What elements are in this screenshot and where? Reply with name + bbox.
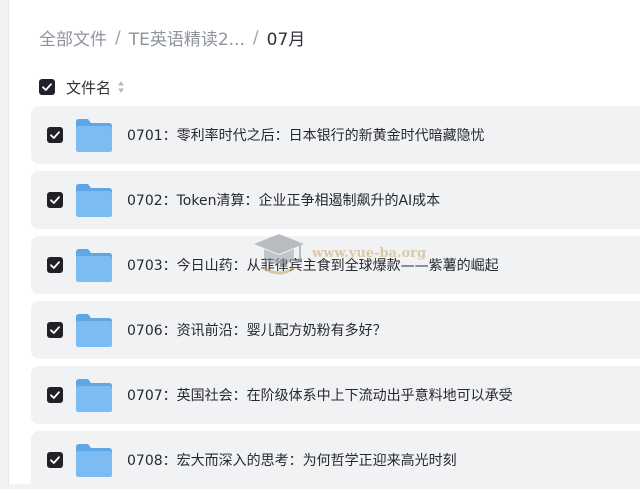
file-list-panel: 全部文件 / TE英语精读2... / 07月 文件名 0701：零利率时代之后… (8, 0, 640, 489)
select-all-checkbox[interactable] (39, 79, 55, 95)
row-checkbox[interactable] (47, 452, 63, 468)
file-row[interactable]: 0703：今日山药：从菲律宾主食到全球爆款——紫薯的崛起 (31, 236, 640, 294)
file-name[interactable]: 0708：宏大而深入的思考：为何哲学正迎来高光时刻 (127, 450, 457, 470)
breadcrumb-current: 07月 (266, 30, 306, 50)
breadcrumb-root[interactable]: 全部文件 (39, 25, 107, 50)
check-icon (50, 131, 60, 139)
row-checkbox[interactable] (47, 192, 63, 208)
check-icon (42, 83, 52, 91)
file-name[interactable]: 0701：零利率时代之后：日本银行的新黄金时代暗藏隐忧 (127, 125, 485, 145)
folder-icon (76, 379, 112, 412)
file-row[interactable]: 0706：资讯前沿：婴儿配方奶粉有多好？ (31, 301, 640, 359)
column-header-filename[interactable]: 文件名 (66, 77, 111, 98)
file-name[interactable]: 0706：资讯前沿：婴儿配方奶粉有多好？ (127, 320, 387, 340)
file-row[interactable]: 0701：零利率时代之后：日本银行的新黄金时代暗藏隐忧 (31, 106, 640, 164)
breadcrumb-parent[interactable]: TE英语精读2... (129, 25, 245, 50)
file-list-header: 文件名 (39, 76, 125, 98)
breadcrumb: 全部文件 / TE英语精读2... / 07月 (39, 25, 306, 51)
row-checkbox[interactable] (47, 127, 63, 143)
row-checkbox[interactable] (47, 257, 63, 273)
folder-icon (76, 444, 112, 477)
folder-icon (76, 249, 112, 282)
file-row[interactable]: 0707：英国社会：在阶级体系中上下流动出乎意料地可以承受 (31, 366, 640, 424)
check-icon (50, 326, 60, 334)
check-icon (50, 196, 60, 204)
row-checkbox[interactable] (47, 322, 63, 338)
file-row[interactable]: 0708：宏大而深入的思考：为何哲学正迎来高光时刻 (31, 431, 640, 489)
row-checkbox[interactable] (47, 387, 63, 403)
breadcrumb-separator: / (252, 27, 259, 48)
folder-icon (76, 314, 112, 347)
file-name[interactable]: 0702：Token清算：企业正争相遏制飙升的AI成本 (127, 190, 440, 210)
check-icon (50, 391, 60, 399)
folder-icon (76, 184, 112, 217)
check-icon (50, 261, 60, 269)
breadcrumb-separator: / (115, 27, 121, 48)
file-name[interactable]: 0707：英国社会：在阶级体系中上下流动出乎意料地可以承受 (127, 385, 513, 405)
sort-icon[interactable] (117, 80, 125, 94)
folder-icon (76, 119, 112, 152)
file-name[interactable]: 0703：今日山药：从菲律宾主食到全球爆款——紫薯的崛起 (127, 255, 499, 275)
file-row[interactable]: 0702：Token清算：企业正争相遏制飙升的AI成本 (31, 171, 640, 229)
check-icon (50, 456, 60, 464)
